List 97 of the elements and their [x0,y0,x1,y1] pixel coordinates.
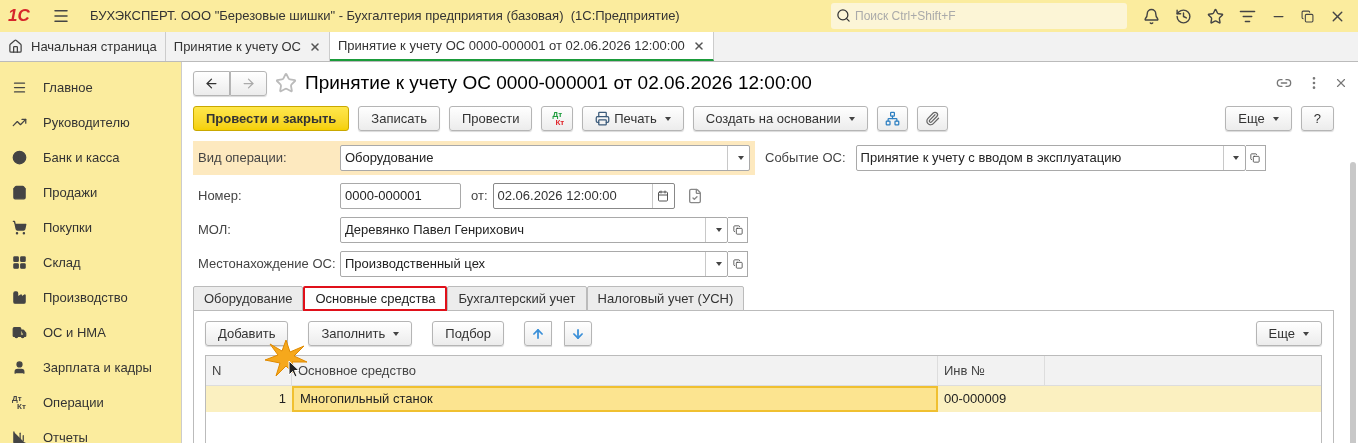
menu-icon [12,80,27,95]
sidebar-item[interactable]: Банк и касса [43,147,120,168]
sidebar-item[interactable]: Покупки [43,217,92,238]
toolbar-button[interactable]: Провести [448,106,533,131]
date-field[interactable]: 02.06.2026 12:00:00 [492,183,675,209]
back-button[interactable] [193,70,230,96]
debit-credit-icon: Дт Кт [12,394,27,411]
postings-button[interactable]: Дт Кт [541,106,574,131]
search-field[interactable]: Поиск Ctrl+Shift+F [831,3,1127,29]
truck-icon [12,325,27,340]
factory-icon [12,290,27,305]
caret-icon [715,228,722,232]
toolbar-button[interactable]: Добавить [205,321,289,346]
dropdown-button[interactable]: Заполнить [308,321,413,346]
column-header[interactable]: Инв № [938,356,1045,385]
form-tab[interactable]: Оборудование [193,286,304,311]
dropdown-button[interactable]: Еще [1225,106,1292,131]
open-button[interactable] [728,251,748,277]
dropdown-button[interactable]: Создать на основании [692,106,868,131]
caret-icon [1303,331,1309,336]
mouse-pointer-icon [288,360,300,378]
history-icon[interactable] [1175,7,1192,25]
structure-icon [884,111,900,126]
window-title: БУХЭКСПЕРТ. ООО "Березовые шишки" - Бухгалтерия предприятия (базовая) (1С:Предприятие) [90,7,680,26]
toolbar-button[interactable]: Записать [358,106,440,131]
debit-credit-icon: Дт Кт [550,110,565,127]
printer-icon [595,111,611,126]
close-icon[interactable] [1334,76,1348,90]
caret-icon [848,116,855,121]
scrollbar[interactable] [1350,162,1356,443]
open-icon [732,259,743,269]
field-label: Номер: [198,187,243,206]
structure-button[interactable] [876,106,908,131]
star-icon[interactable] [1207,7,1224,25]
menu-icon[interactable] [52,7,70,25]
paperclip-icon [924,111,940,126]
document-title: Принятие к учету ОС 0000-000001 от 02.06.2026 12:00:00 [305,70,812,95]
move-down-button[interactable] [564,321,593,346]
field-label: Местонахождение ОС: [198,255,337,274]
sidebar-item[interactable]: Продажи [43,182,98,203]
window-tab[interactable]: Принятие к учету ОС 0000-000001 от 02.06.2026 12:00:00 [330,32,714,61]
sidebar-item[interactable]: Производство [43,287,128,308]
sidebar-item[interactable]: Отчеты [43,427,88,443]
field-label: Вид операции: [198,149,288,168]
close-icon[interactable] [692,39,705,52]
logo: 1С [8,5,31,28]
caret-icon [393,331,400,336]
form-tab[interactable]: Бухгалтерский учет [447,286,587,311]
open-button[interactable] [1245,145,1266,171]
caret-icon [737,156,744,160]
caret-icon [1233,156,1240,160]
attach-button[interactable] [916,106,948,131]
caret-icon [664,116,671,121]
restore-icon[interactable] [1301,9,1314,23]
field-label: МОЛ: [198,221,232,240]
sidebar-item[interactable]: ОС и НМА [43,322,106,343]
calendar-icon[interactable] [657,190,669,202]
toolbar-button[interactable]: ? [1300,106,1334,131]
open-icon [1250,153,1261,163]
open-icon [732,225,743,235]
forward-arrow-icon [241,75,256,91]
field-label: Событие ОС: [765,149,846,168]
table-cell-text: 1 [277,390,287,409]
asset-event-field[interactable]: Принятие к учету с вводом в эксплуатацию [855,145,1246,171]
cart-icon [12,220,27,235]
caret-icon [1272,116,1279,121]
operation-type-field[interactable]: Оборудование [340,145,750,171]
dropdown-button[interactable]: Еще [1255,321,1322,346]
print-button[interactable]: Печать [582,106,684,131]
form-tab[interactable]: Основные средства [303,286,448,311]
move-up-button[interactable] [524,321,553,346]
toolbar-button[interactable]: Подбор [432,321,505,346]
open-button[interactable] [728,217,748,243]
sidebar-item[interactable]: Зарплата и кадры [43,357,152,378]
bell-icon[interactable] [1143,7,1160,25]
close-icon[interactable] [309,40,321,53]
grid-icon [12,255,27,270]
document-check-icon[interactable] [686,188,703,204]
post-and-close-button[interactable]: Провести и закрыть [193,106,350,131]
caret-icon [715,262,722,266]
window-tab[interactable]: Начальная страница [0,32,166,61]
favorite-star-icon[interactable] [275,72,297,94]
number-field[interactable]: 0000-000001 [340,183,461,209]
sidebar-item[interactable]: Руководителю [43,112,130,133]
sidebar-item[interactable]: Главное [43,77,93,98]
location-field[interactable]: Производственный цех [340,251,728,277]
table-cell-text: 00-000009 [943,390,1008,409]
field-label: от: [471,187,488,206]
responsible-person-field[interactable]: Деревянко Павел Генрихович [340,217,728,243]
form-tab[interactable]: Налоговый учет (УСН) [586,286,745,311]
sidebar-item[interactable]: Склад [43,252,81,273]
sidebar-item[interactable]: Операции [43,392,104,413]
home-icon [8,39,23,54]
table-row[interactable]: 1 Многопильный станок 00-000009 [206,386,1321,412]
person-icon [12,360,27,375]
table-cell: Многопильный станок [292,386,938,412]
search-icon [836,8,851,23]
